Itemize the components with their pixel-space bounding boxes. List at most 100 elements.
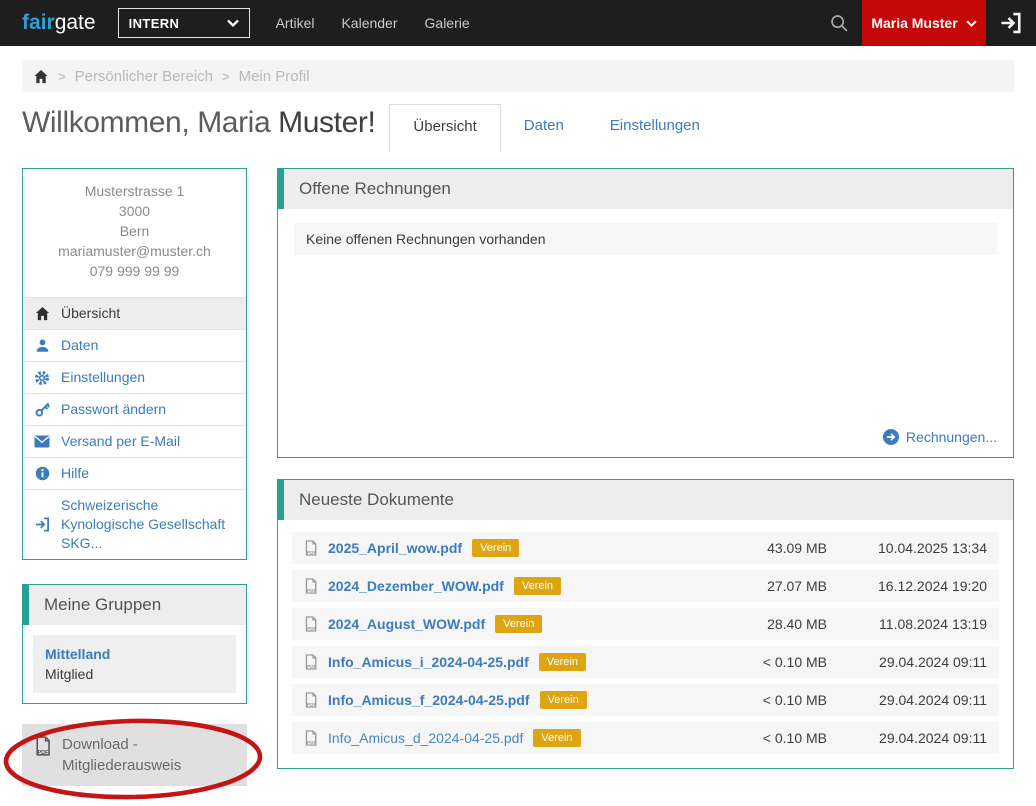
user-menu-button[interactable]: Maria Muster — [862, 0, 986, 46]
nav-item-galerie[interactable]: Galerie — [425, 15, 470, 31]
user-menu-label: Maria Muster — [871, 15, 957, 31]
address-email: mariamuster@muster.ch — [31, 241, 238, 261]
no-invoices-message: Keine offenen Rechnungen vorhanden — [294, 223, 997, 255]
tab-uebersicht[interactable]: Übersicht — [389, 104, 500, 152]
scope-selector[interactable]: INTERN — [118, 8, 250, 38]
top-navigation-bar: fairgate INTERN Artikel Kalender Galerie… — [0, 0, 1036, 46]
group-role-label: Mitglied — [45, 664, 224, 684]
svg-text:PDF: PDF — [307, 588, 317, 594]
svg-text:PDF: PDF — [307, 740, 317, 746]
search-button[interactable] — [816, 0, 862, 46]
sidebar-item-label: Schweizerische Kynologische Gesellschaft… — [61, 496, 236, 553]
sidebar-item-passwort-aendern[interactable]: Passwort ändern — [23, 393, 246, 425]
document-link[interactable]: Info_Amicus_i_2024-04-25.pdf — [328, 654, 529, 670]
recent-documents-body: PDF 2025_April_wow.pdf Verein 43.09 MB 1… — [278, 520, 1013, 768]
document-size: < 0.10 MB — [717, 730, 827, 746]
sidebar-item-label: Hilfe — [61, 464, 89, 483]
open-invoices-panel: Offene Rechnungen Keine offenen Rechnung… — [277, 168, 1014, 458]
svg-text:PDF: PDF — [37, 750, 49, 756]
tab-einstellungen[interactable]: Einstellungen — [587, 104, 723, 152]
document-row: PDF Info_Amicus_f_2024-04-25.pdf Verein … — [292, 684, 999, 716]
profile-card: Musterstrasse 1 3000 Bern mariamuster@mu… — [22, 168, 247, 560]
info-icon — [33, 466, 51, 481]
chevron-down-icon — [227, 19, 239, 27]
verein-badge: Verein — [514, 577, 561, 595]
content-column: Offene Rechnungen Keine offenen Rechnung… — [277, 168, 1014, 786]
sidebar-item-uebersicht[interactable]: Übersicht — [23, 297, 246, 329]
verein-badge: Verein — [540, 691, 587, 709]
breadcrumb-separator: > — [222, 69, 230, 84]
logo-part-fair: fair — [22, 11, 55, 34]
breadcrumb-item-mein-profil[interactable]: Mein Profil — [239, 68, 310, 85]
document-row: PDF Info_Amicus_i_2024-04-25.pdf Verein … — [292, 646, 999, 678]
sidebar-item-label: Übersicht — [61, 304, 120, 323]
top-nav-links: Artikel Kalender Galerie — [276, 15, 470, 31]
address-zip: 3000 — [31, 201, 238, 221]
page-title-emphasis: Muster! — [278, 106, 375, 139]
breadcrumb-item-persoenlicher-bereich[interactable]: Persönlicher Bereich — [75, 68, 213, 85]
pdf-icon: PDF — [34, 736, 52, 756]
group-name-link[interactable]: Mittelland — [45, 644, 224, 664]
sign-in-icon — [1000, 12, 1022, 34]
groups-card-body: Mittelland Mitglied — [23, 625, 246, 703]
fairgate-logo[interactable]: fairgate — [22, 11, 96, 35]
recent-documents-panel: Neueste Dokumente PDF 2025_April_wow.pdf… — [277, 479, 1014, 769]
sidebar-item-einstellungen[interactable]: Einstellungen — [23, 361, 246, 393]
sidebar-item-skg[interactable]: Schweizerische Kynologische Gesellschaft… — [23, 489, 246, 559]
logout-button[interactable] — [986, 0, 1036, 46]
open-invoices-body: Keine offenen Rechnungen vorhanden Rechn… — [278, 209, 1013, 457]
address-phone: 079 999 99 99 — [31, 261, 238, 281]
invoices-link[interactable]: Rechnungen... — [883, 429, 997, 445]
document-link[interactable]: 2024_Dezember_WOW.pdf — [328, 578, 504, 594]
sidebar-item-label: Einstellungen — [61, 368, 145, 387]
sidebar-item-daten[interactable]: Daten — [23, 329, 246, 361]
sidebar-item-label: Daten — [61, 336, 98, 355]
home-icon[interactable] — [33, 69, 49, 84]
page-title-prefix: Willkommen, Maria — [22, 106, 278, 139]
pdf-icon: PDF — [304, 654, 318, 670]
search-icon — [830, 14, 848, 32]
document-link[interactable]: Info_Amicus_f_2024-04-25.pdf — [328, 692, 530, 708]
envelope-icon — [33, 435, 51, 448]
pdf-icon: PDF — [304, 730, 318, 746]
verein-badge: Verein — [495, 615, 542, 633]
document-link[interactable]: 2024_August_WOW.pdf — [328, 616, 485, 632]
breadcrumb: > Persönlicher Bereich > Mein Profil — [22, 60, 1014, 92]
sidebar-item-hilfe[interactable]: Hilfe — [23, 457, 246, 489]
logo-part-gate: gate — [55, 11, 96, 34]
document-row: PDF 2024_Dezember_WOW.pdf Verein 27.07 M… — [292, 570, 999, 602]
document-row: PDF 2024_August_WOW.pdf Verein 28.40 MB … — [292, 608, 999, 640]
nav-item-kalender[interactable]: Kalender — [341, 15, 397, 31]
document-size: 27.07 MB — [717, 578, 827, 594]
user-icon — [33, 338, 51, 353]
document-link[interactable]: 2025_April_wow.pdf — [328, 540, 462, 556]
pdf-icon: PDF — [304, 578, 318, 594]
title-row: Willkommen, Maria Muster! Übersicht Date… — [22, 104, 1014, 152]
document-size: < 0.10 MB — [717, 692, 827, 708]
group-item: Mittelland Mitglied — [33, 635, 236, 693]
pdf-icon: PDF — [304, 692, 318, 708]
topbar-right-group: Maria Muster — [816, 0, 1036, 46]
sign-in-icon — [33, 517, 51, 532]
groups-card: Meine Gruppen Mittelland Mitglied — [22, 584, 247, 704]
recent-documents-title: Neueste Dokumente — [278, 480, 1013, 520]
nav-item-artikel[interactable]: Artikel — [276, 15, 315, 31]
document-date: 10.04.2025 13:34 — [837, 540, 987, 556]
download-mitgliederausweis-button[interactable]: PDF Download - Mitgliederausweis — [22, 724, 247, 786]
page-title: Willkommen, Maria Muster! — [22, 106, 375, 140]
verein-badge: Verein — [472, 539, 519, 557]
profile-tabs: Übersicht Daten Einstellungen — [389, 104, 722, 152]
circle-arrow-right-icon — [883, 429, 899, 445]
scope-selector-value: INTERN — [129, 16, 180, 31]
svg-text:PDF: PDF — [307, 664, 317, 670]
document-row: PDF 2025_April_wow.pdf Verein 43.09 MB 1… — [292, 532, 999, 564]
open-invoices-title: Offene Rechnungen — [278, 169, 1013, 209]
document-link[interactable]: Info_Amicus_d_2024-04-25.pdf — [328, 730, 523, 746]
key-icon — [33, 402, 51, 417]
download-button-area: PDF Download - Mitgliederausweis — [22, 724, 247, 786]
svg-text:PDF: PDF — [307, 702, 317, 708]
sidebar-item-label: Versand per E-Mail — [61, 432, 180, 451]
sidebar-item-versand-per-email[interactable]: Versand per E-Mail — [23, 425, 246, 457]
tab-daten[interactable]: Daten — [501, 104, 587, 152]
pdf-icon: PDF — [304, 540, 318, 556]
